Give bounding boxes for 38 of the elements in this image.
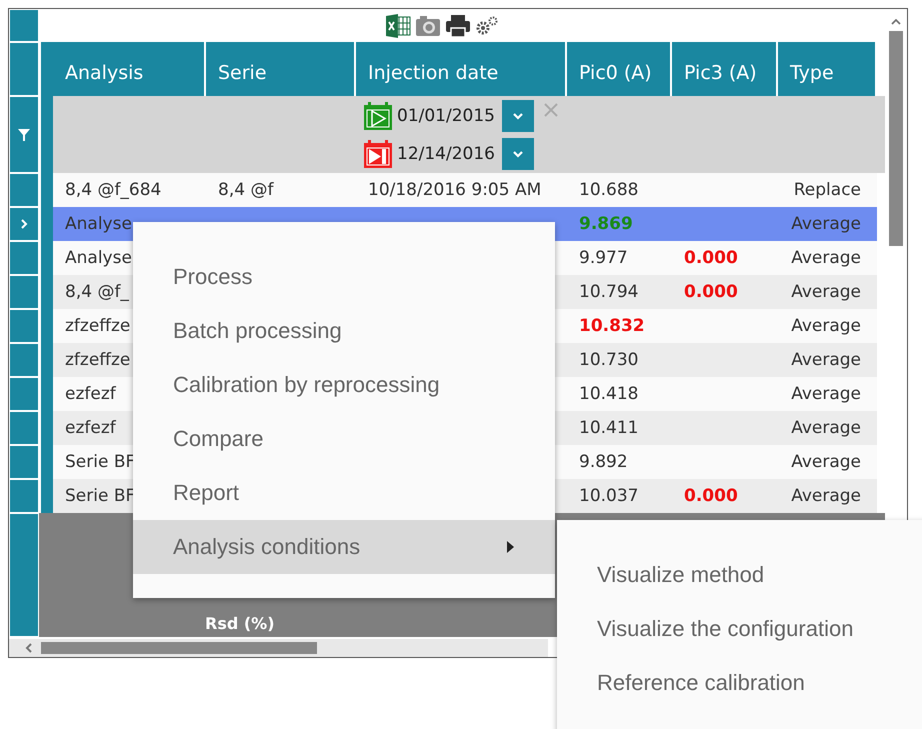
table-cell: ezfezf: [65, 418, 116, 438]
table-cell: zfzeffze: [65, 316, 130, 336]
summary-label: Rsd (%): [205, 614, 275, 633]
table-cell: 10.730: [579, 350, 638, 370]
table-cell: Analyse: [65, 214, 132, 234]
table-cell: 10.411: [579, 418, 638, 438]
table-cell: 0.000: [684, 248, 738, 268]
table-cell: Serie BF: [65, 452, 136, 472]
table-cell: 8,4 @f_: [65, 282, 129, 302]
table-cell: 0.000: [684, 486, 738, 506]
table-cell: 8,4 @f: [218, 180, 274, 200]
table-cell: Average: [791, 452, 861, 472]
table-cell: Average: [791, 316, 861, 336]
table-cell: 10.688: [579, 180, 638, 200]
table-cell: 9.869: [579, 214, 633, 234]
table-cell: Average: [791, 282, 861, 302]
table-cell: 10.794: [579, 282, 638, 302]
table-cell: 0.000: [684, 282, 738, 302]
table-cell: 10.418: [579, 384, 638, 404]
table-cell: 9.892: [579, 452, 628, 472]
table-cell: ezfezf: [65, 384, 116, 404]
table-cell: 8,4 @f_684: [65, 180, 162, 200]
table-cell: Average: [791, 350, 861, 370]
table-cell: Average: [791, 384, 861, 404]
table-cell: zfzeffze: [65, 350, 130, 370]
table-cell: Average: [791, 214, 861, 234]
table-cell: Average: [791, 418, 861, 438]
table-cell: 10.832: [579, 316, 645, 336]
table-cell: 10/18/2016 9:05 AM: [368, 180, 542, 200]
table-cell: 9.977: [579, 248, 628, 268]
to-date: 12/14/2016: [397, 144, 495, 164]
table-cell: Average: [791, 248, 861, 268]
table-cell: Serie BF: [65, 486, 136, 506]
table-cell: Analyse: [65, 248, 132, 268]
from-date: 01/01/2015: [397, 106, 495, 126]
table-cell: Average: [791, 486, 861, 506]
table-cell: Replace: [794, 180, 861, 200]
table-cell: 10.037: [579, 486, 638, 506]
